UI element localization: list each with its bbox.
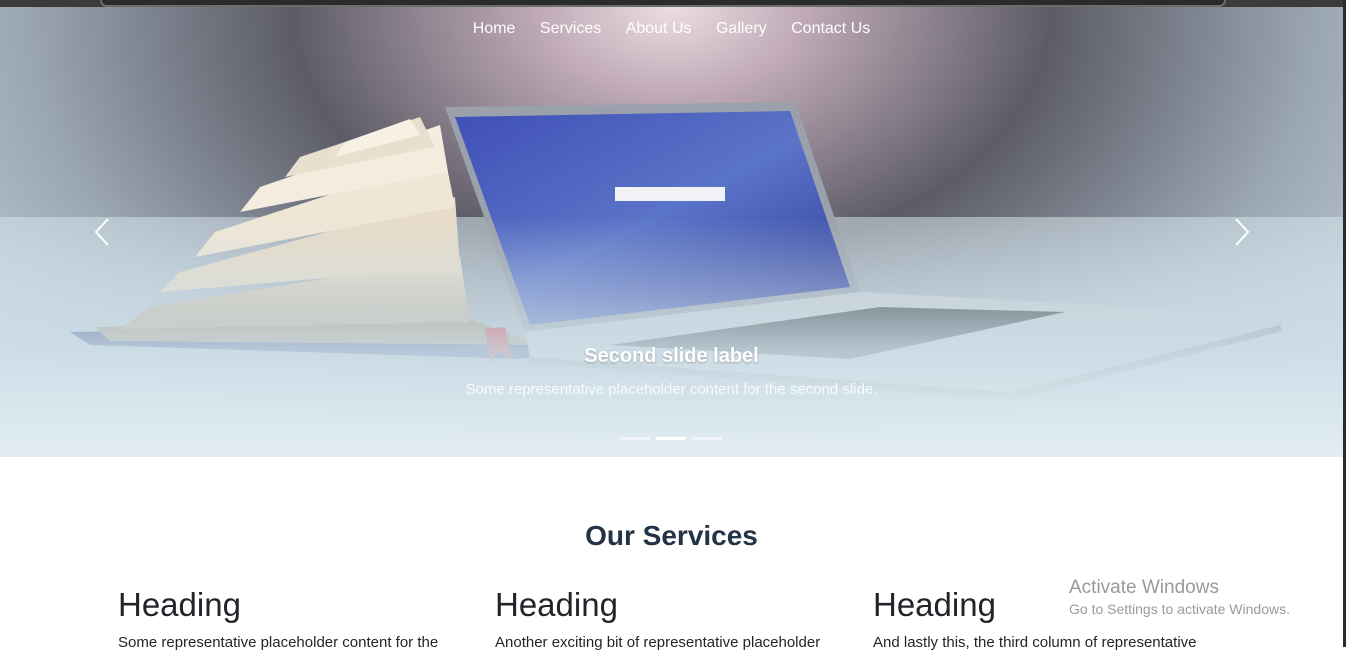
floor-fade <box>0 217 1343 457</box>
carousel-indicators <box>620 427 728 445</box>
nav-gallery-link[interactable]: Gallery <box>716 20 767 38</box>
slide-caption-title: Second slide label <box>584 345 759 367</box>
activate-windows-watermark: Activate Windows Go to Settings to activ… <box>1069 577 1290 617</box>
service-heading: Heading <box>118 586 241 623</box>
nav-home-link[interactable]: Home <box>473 20 516 38</box>
services-title: Our Services <box>585 520 758 551</box>
address-bar-edge <box>100 0 1226 7</box>
service-column: Heading Another exciting bit of represen… <box>495 586 840 651</box>
service-column: Heading Some representative placeholder … <box>118 586 463 651</box>
carousel-indicator-2[interactable] <box>656 437 686 440</box>
chevron-right-icon <box>1235 218 1250 246</box>
hero-carousel: Home Services About Us Gallery Contact U… <box>0 7 1343 457</box>
watermark-subtitle: Go to Settings to activate Windows. <box>1069 601 1290 617</box>
nav-services-link[interactable]: Services <box>540 20 601 38</box>
chevron-left-icon <box>94 218 109 246</box>
carousel-prev-button[interactable] <box>88 215 118 249</box>
watermark-title: Activate Windows <box>1069 577 1219 598</box>
nav-about-link[interactable]: About Us <box>626 20 692 38</box>
carousel-indicator-3[interactable] <box>692 437 722 440</box>
browser-top-strip <box>0 0 1346 7</box>
carousel-next-button[interactable] <box>1226 215 1256 249</box>
nav-contact-link[interactable]: Contact Us <box>791 20 870 38</box>
service-text: And lastly this, the third column of rep… <box>873 634 1197 651</box>
carousel-indicator-1[interactable] <box>620 437 650 440</box>
main-nav: Home Services About Us Gallery Contact U… <box>0 20 1343 38</box>
slide-caption-text: Some representative placeholder content … <box>465 381 878 398</box>
service-text: Some representative placeholder content … <box>118 634 439 651</box>
service-heading: Heading <box>495 586 618 623</box>
service-text: Another exciting bit of representative p… <box>495 634 821 651</box>
